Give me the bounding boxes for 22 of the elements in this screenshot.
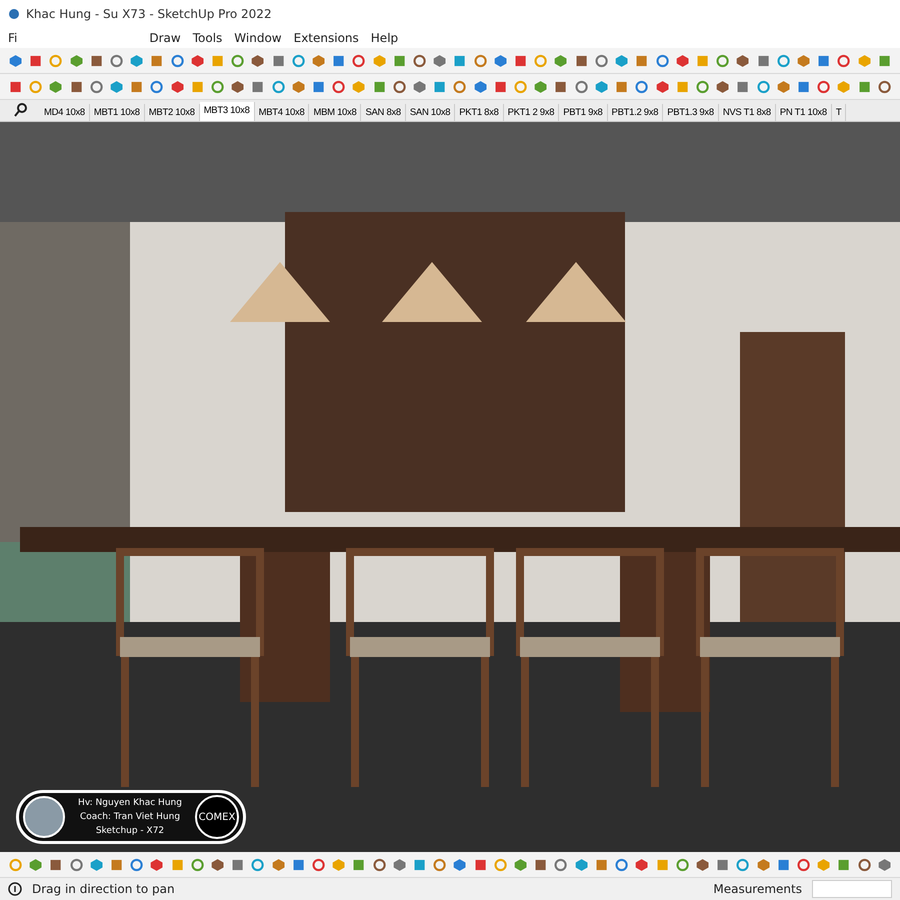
status-hint: Drag in direction to pan [32,882,176,896]
logo: COMEX [195,795,239,839]
avatar [23,796,65,838]
menu-item[interactable]: Tools [188,31,226,45]
student-info-text: Hv: Nguyen Khac Hung [78,797,182,810]
measurements-label: Measurements [713,882,802,896]
info-icon[interactable] [8,882,22,896]
student-info-text: Sketchup - X72 [96,825,164,838]
menu-item[interactable]: Help [366,31,402,45]
app-icon [8,8,20,20]
scene-tab[interactable]: MBT3 10x8 [200,102,255,121]
menu-item[interactable]: Draw [145,31,185,45]
scene-tab[interactable]: PKT1 2 9x8 [504,104,560,121]
menu-item[interactable]: Fi [4,31,22,45]
student-info-text: Coach: Tran Viet Hung [80,811,180,824]
scene-tab[interactable]: PBT1.2 9x8 [608,104,664,121]
measurements-field[interactable] [812,880,892,898]
window-title: Khac Hung - Su X73 - SketchUp Pro 2022 [26,7,272,21]
menu-item[interactable]: Extensions [290,31,363,45]
menu-item[interactable]: Window [230,31,286,45]
scene-tab[interactable]: MBT4 10x8 [254,104,310,121]
search-icon[interactable] [14,103,28,117]
